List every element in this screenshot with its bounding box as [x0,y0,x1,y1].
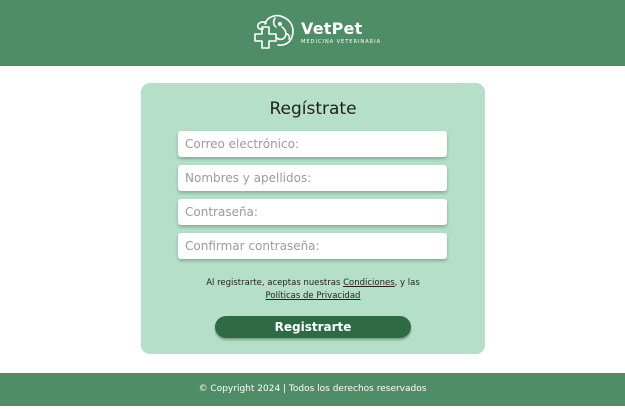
password-field[interactable] [178,199,447,225]
page-title: Regístrate [269,99,357,119]
brand-subtitle: MEDICINA VETERINARIA [301,39,382,45]
email-field[interactable] [178,131,447,157]
header: VetPet MEDICINA VETERINARIA [0,0,625,66]
privacy-policy-link[interactable]: Políticas de Privacidad [266,291,361,301]
copyright-text: Copyright 2024 | Todos los derechos rese… [207,384,427,394]
register-card: Regístrate Al registrarte, aceptas nuest… [141,83,485,354]
confirm-password-field[interactable] [178,233,447,259]
conditions-link[interactable]: Condiciones [343,278,395,288]
copyright-icon: © [198,384,208,394]
brand-logo[interactable]: VetPet MEDICINA VETERINARIA [249,10,389,58]
dog-cross-logo-icon [254,14,294,49]
terms-prefix: Al registrarte, aceptas nuestras [206,278,344,288]
register-button[interactable]: Registrarte [215,316,411,338]
full-name-field[interactable] [178,165,447,191]
terms-notice: Al registrarte, aceptas nuestras Condici… [171,277,455,303]
footer: © Copyright 2024 | Todos los derechos re… [0,373,625,406]
brand-name: VetPet [301,19,363,38]
terms-middle: , y las [394,278,420,288]
